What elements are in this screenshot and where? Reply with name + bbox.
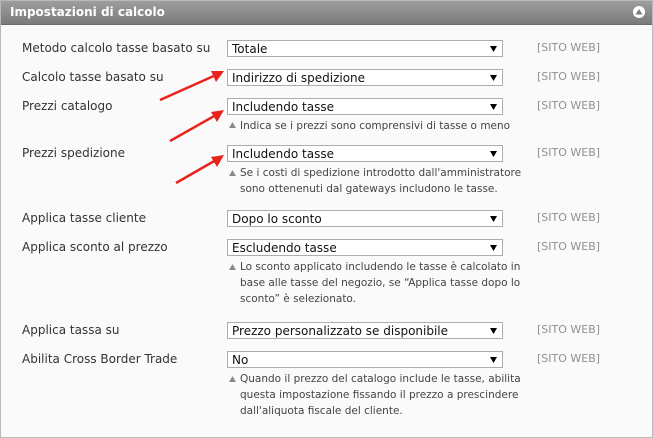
annotation-arrows	[159, 71, 224, 185]
red-arrow-icon	[175, 155, 224, 185]
red-arrow-icon	[169, 110, 224, 143]
red-arrow-icon	[159, 71, 224, 102]
